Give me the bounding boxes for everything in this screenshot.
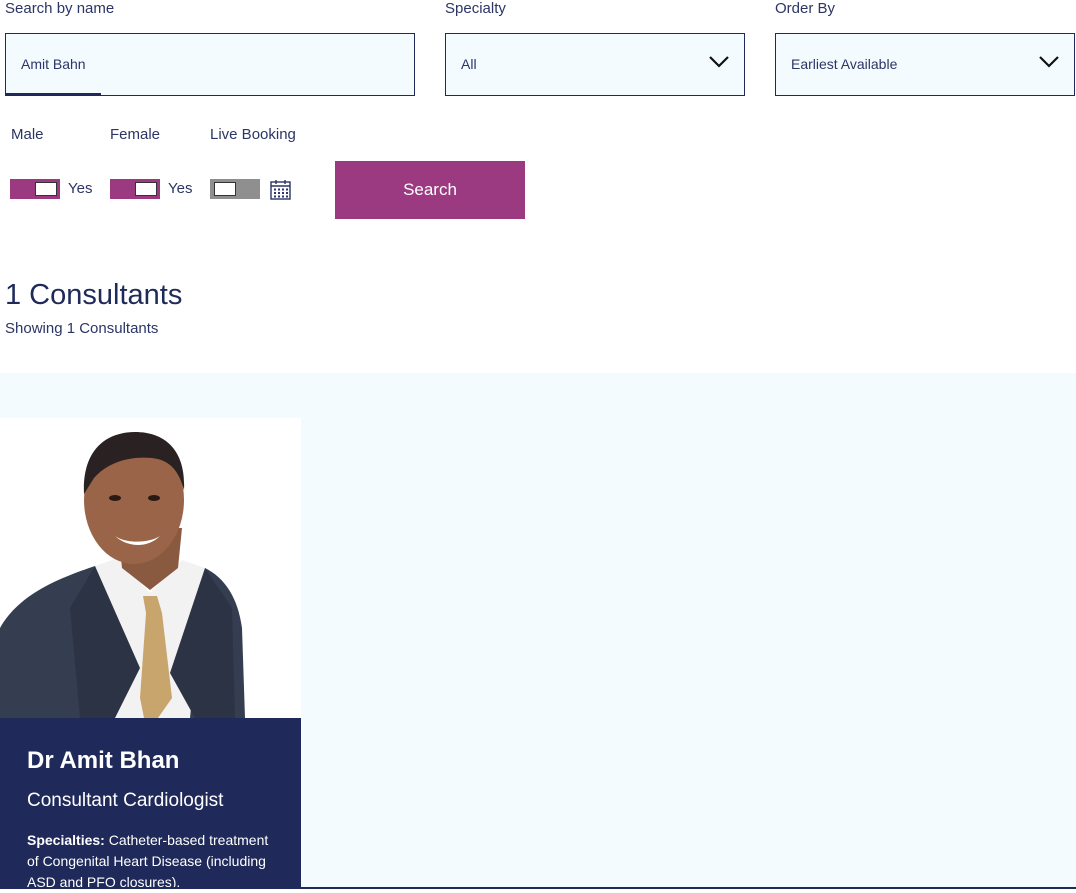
- male-toggle[interactable]: [10, 179, 60, 199]
- chevron-down-icon: [709, 56, 729, 68]
- specialty-selected-value: All: [461, 56, 477, 72]
- consultant-portrait-image: [0, 418, 301, 718]
- chevron-down-icon: [1039, 56, 1059, 68]
- consultant-info-panel: Dr Amit Bhan Consultant Cardiologist Spe…: [0, 718, 301, 890]
- toggle-knob: [214, 182, 236, 196]
- results-count-heading: 1 Consultants: [5, 279, 183, 311]
- calendar-icon: [270, 180, 291, 200]
- consultant-specialties: Specialties: Catheter-based treatment of…: [27, 830, 282, 893]
- search-by-name-label: Search by name: [5, 0, 115, 17]
- page-bottom-border: [0, 887, 1076, 889]
- order-by-label: Order By: [775, 0, 836, 17]
- specialty-label: Specialty: [445, 0, 506, 17]
- specialty-select[interactable]: All: [445, 33, 745, 96]
- consultant-photo: [0, 418, 301, 718]
- female-toggle[interactable]: [110, 179, 160, 199]
- live-booking-toggle[interactable]: [210, 179, 260, 199]
- consultant-card[interactable]: Dr Amit Bhan Consultant Cardiologist Spe…: [0, 418, 301, 890]
- consultant-name[interactable]: Dr Amit Bhan: [27, 747, 179, 775]
- male-filter-label: Male: [11, 126, 44, 143]
- male-toggle-state: Yes: [68, 180, 93, 197]
- toggle-knob: [35, 182, 57, 196]
- live-booking-filter-label: Live Booking: [210, 126, 296, 143]
- toggle-knob: [135, 182, 157, 196]
- order-by-select[interactable]: Earliest Available: [775, 33, 1075, 96]
- name-search-input[interactable]: Amit Bahn: [5, 33, 415, 96]
- name-search-value: Amit Bahn: [21, 56, 86, 72]
- female-toggle-state: Yes: [168, 180, 193, 197]
- results-subheading: Showing 1 Consultants: [5, 320, 159, 337]
- female-filter-label: Female: [110, 126, 161, 143]
- specialties-label: Specialties:: [27, 832, 105, 848]
- input-focus-underline: [6, 93, 101, 96]
- order-by-selected-value: Earliest Available: [791, 56, 898, 72]
- consultant-title: Consultant Cardiologist: [27, 790, 224, 811]
- search-button[interactable]: Search: [335, 161, 525, 219]
